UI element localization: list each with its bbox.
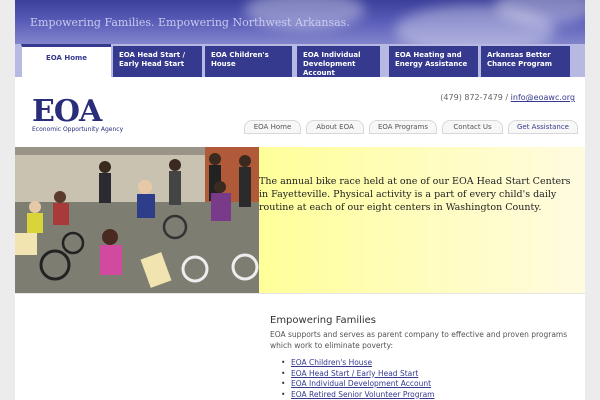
subnav-get-assistance[interactable]: Get Assistance: [508, 120, 578, 134]
subnav-eoa-home[interactable]: EOA Home: [244, 120, 301, 134]
email-link[interactable]: info@eoawc.org: [511, 93, 575, 102]
link-head-start[interactable]: EOA Head Start / Early Head Start: [281, 369, 435, 380]
photo-illustration: [15, 147, 259, 293]
header-banner: Empowering Families. Empowering Northwes…: [15, 0, 585, 48]
tab-individual-development-account[interactable]: EOA Individual Development Account: [296, 46, 380, 77]
bike-race-photo: [15, 147, 259, 293]
subnav-eoa-programs[interactable]: EOA Programs: [369, 120, 437, 134]
main-content: Empowering Families EOA supports and ser…: [15, 293, 585, 400]
header-area: EOA Economic Opportunity Agency (479) 87…: [15, 77, 585, 147]
phone-number: (479) 872-7479: [440, 93, 503, 102]
logo-subtitle: Economic Opportunity Agency: [32, 126, 124, 133]
eoa-logo[interactable]: EOA: [32, 94, 102, 129]
link-individual-development-account[interactable]: EOA Individual Development Account: [281, 379, 435, 390]
section-heading: Empowering Families: [270, 315, 377, 326]
tab-head-start[interactable]: EOA Head Start / Early Head Start: [112, 46, 202, 77]
program-links: EOA Children's House EOA Head Start / Ea…: [281, 358, 435, 400]
contact-separator: /: [505, 93, 509, 102]
link-childrens-house[interactable]: EOA Children's House: [281, 358, 435, 369]
main-nav-tabs: EOA Home EOA Head Start / Early Head Sta…: [15, 44, 585, 77]
link-retired-senior-volunteer[interactable]: EOA Retired Senior Volunteer Program: [281, 390, 435, 400]
page: Empowering Families. Empowering Northwes…: [15, 0, 585, 400]
contact-info: (479) 872-7479 / info@eoawc.org: [440, 93, 575, 102]
tab-eoa-home[interactable]: EOA Home: [21, 44, 111, 77]
secondary-nav: EOA Home About EOA EOA Programs Contact …: [244, 120, 579, 135]
tab-arkansas-better-chance[interactable]: Arkansas Better Chance Program: [480, 46, 570, 77]
subnav-about-eoa[interactable]: About EOA: [306, 120, 364, 134]
hero-caption: The annual bike race held at one of our …: [259, 147, 585, 293]
tab-childrens-house[interactable]: EOA Children's House: [204, 46, 292, 77]
subnav-contact-us[interactable]: Contact Us: [442, 120, 503, 134]
site-tagline: Empowering Families. Empowering Northwes…: [30, 16, 350, 29]
tab-heating-energy-assistance[interactable]: EOA Heating and Energy Assistance: [388, 46, 478, 77]
section-intro: EOA supports and serves as parent compan…: [270, 330, 568, 350]
